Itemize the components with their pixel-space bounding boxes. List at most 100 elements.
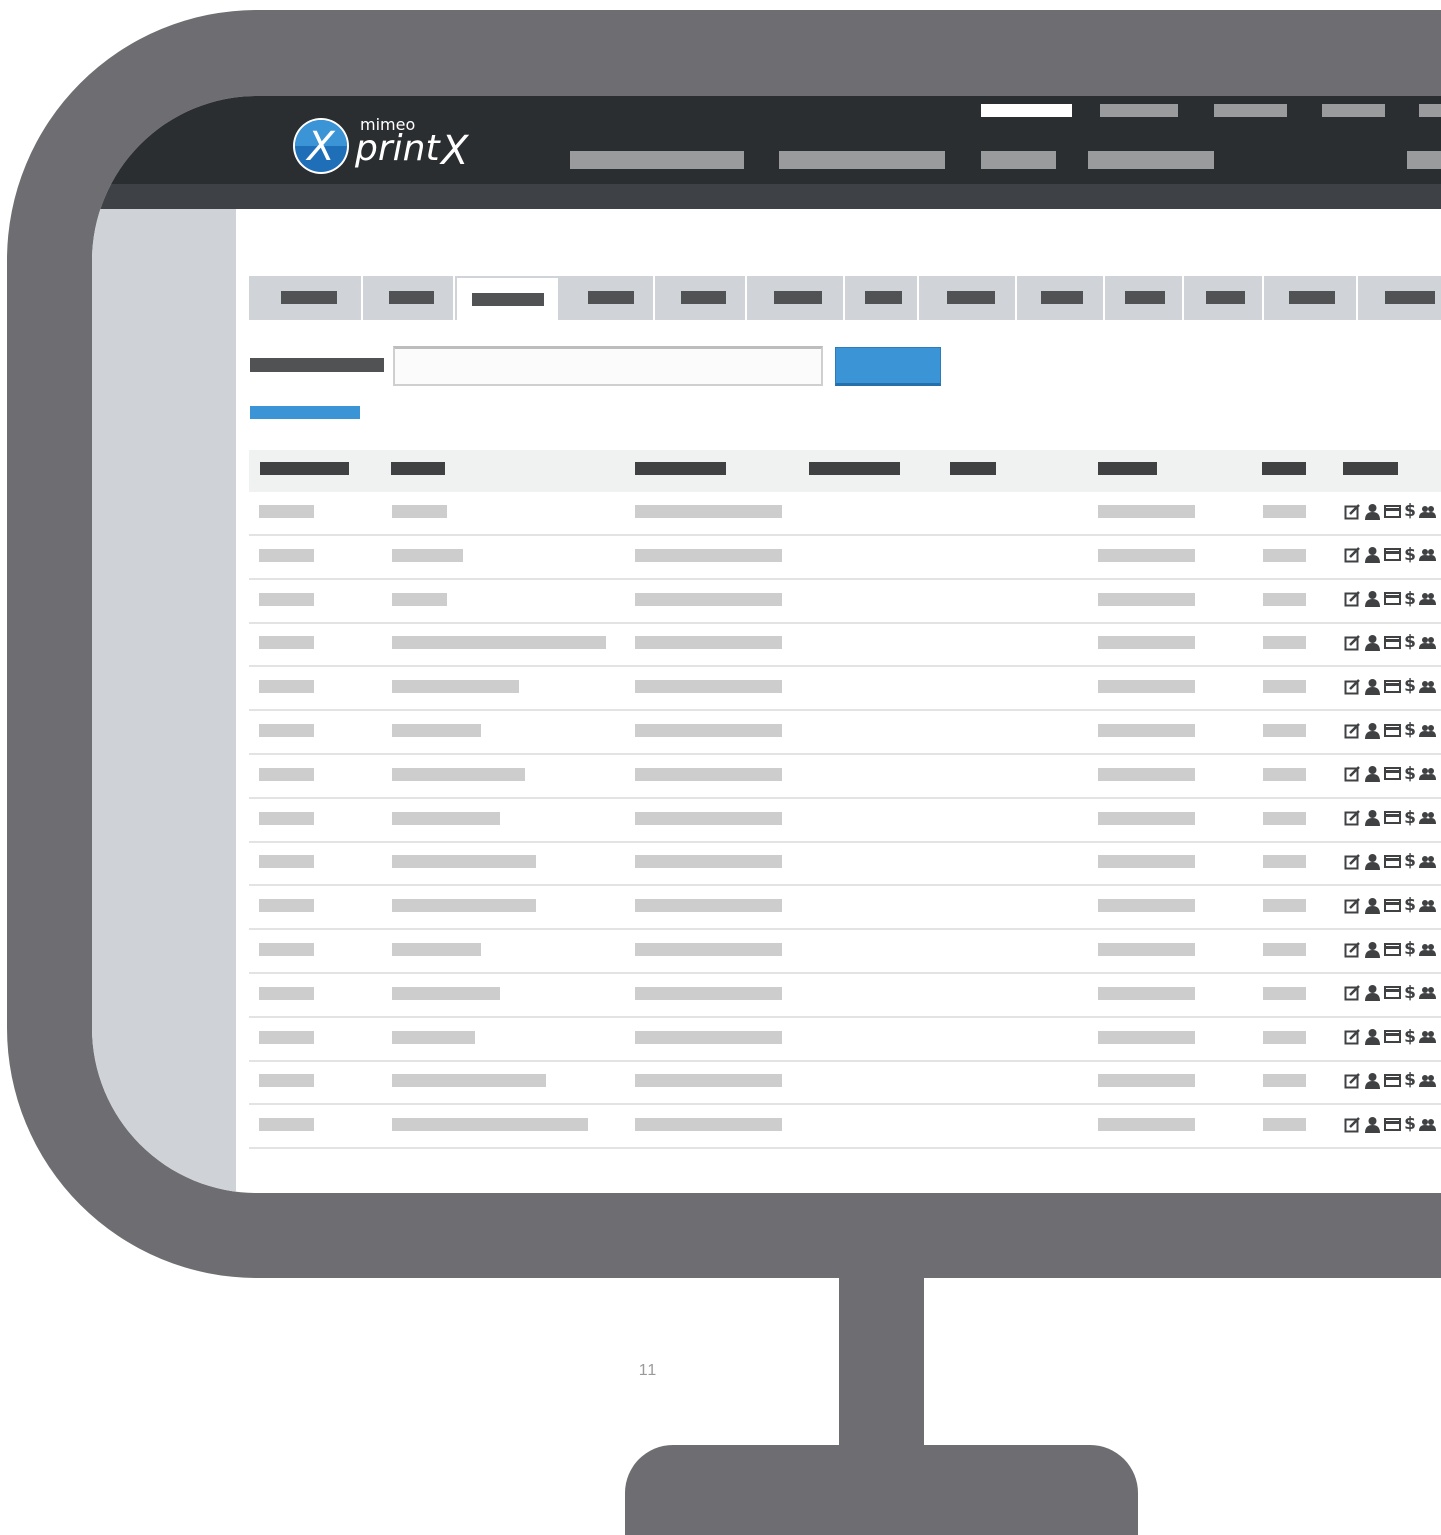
edit-icon[interactable] — [1344, 1116, 1361, 1133]
tab[interactable] — [363, 276, 455, 320]
group-icon[interactable] — [1419, 897, 1436, 914]
dollar-icon[interactable]: $ — [1404, 501, 1416, 521]
tab[interactable] — [1017, 276, 1105, 320]
tab[interactable] — [919, 276, 1017, 320]
table-row[interactable]: $ — [249, 842, 1441, 887]
group-icon[interactable] — [1419, 941, 1436, 958]
column-header[interactable] — [391, 462, 445, 475]
table-row[interactable]: $ — [249, 755, 1441, 799]
edit-icon[interactable] — [1344, 765, 1361, 782]
search-button[interactable] — [835, 347, 941, 386]
edit-icon[interactable] — [1344, 1028, 1361, 1045]
card-icon[interactable] — [1384, 1072, 1401, 1089]
main-nav-item[interactable] — [570, 151, 744, 169]
group-icon[interactable] — [1419, 722, 1436, 739]
tab[interactable] — [655, 276, 747, 320]
group-icon[interactable] — [1419, 590, 1436, 607]
dollar-icon[interactable]: $ — [1404, 808, 1416, 828]
user-icon[interactable] — [1364, 503, 1381, 520]
card-icon[interactable] — [1384, 853, 1401, 870]
card-icon[interactable] — [1384, 984, 1401, 1001]
table-row[interactable]: $ — [249, 623, 1441, 668]
edit-icon[interactable] — [1344, 809, 1361, 826]
top-nav-link-active[interactable] — [981, 104, 1072, 117]
table-row[interactable]: $ — [249, 1105, 1441, 1150]
table-row[interactable]: $ — [249, 711, 1441, 755]
tab[interactable] — [1358, 276, 1441, 320]
user-icon[interactable] — [1364, 590, 1381, 608]
edit-icon[interactable] — [1344, 941, 1361, 958]
card-icon[interactable] — [1384, 1028, 1401, 1045]
user-icon[interactable] — [1364, 546, 1381, 564]
user-icon[interactable] — [1364, 809, 1381, 827]
card-icon[interactable] — [1384, 678, 1401, 695]
dollar-icon[interactable]: $ — [1404, 764, 1416, 784]
group-icon[interactable] — [1419, 634, 1436, 651]
tab[interactable] — [560, 276, 655, 320]
edit-icon[interactable] — [1344, 590, 1361, 607]
edit-icon[interactable] — [1344, 634, 1361, 651]
table-row[interactable]: $ — [249, 799, 1441, 843]
column-header[interactable] — [260, 462, 349, 475]
user-icon[interactable] — [1364, 765, 1381, 783]
edit-icon[interactable] — [1344, 1072, 1361, 1089]
mimeo-printx-logo[interactable]: X mimeo print X — [292, 106, 482, 176]
dollar-icon[interactable]: $ — [1404, 1027, 1416, 1047]
card-icon[interactable] — [1384, 546, 1401, 563]
dollar-icon[interactable]: $ — [1404, 589, 1416, 609]
user-icon[interactable] — [1364, 984, 1381, 1002]
top-nav-link[interactable] — [1214, 104, 1287, 117]
advanced-filter-link[interactable] — [250, 406, 360, 419]
card-icon[interactable] — [1384, 634, 1401, 651]
edit-icon[interactable] — [1344, 546, 1361, 563]
card-icon[interactable] — [1384, 897, 1401, 914]
main-nav-item[interactable] — [1407, 151, 1441, 169]
dollar-icon[interactable]: $ — [1404, 1114, 1416, 1134]
card-icon[interactable] — [1384, 809, 1401, 826]
top-nav-link[interactable] — [1419, 104, 1441, 117]
table-row[interactable]: $ — [249, 974, 1441, 1018]
main-nav-item[interactable] — [981, 151, 1056, 169]
user-icon[interactable] — [1364, 722, 1381, 739]
tab[interactable] — [249, 276, 363, 320]
dollar-icon[interactable]: $ — [1404, 545, 1416, 565]
table-row[interactable]: $ — [249, 1061, 1441, 1106]
column-header[interactable] — [1262, 462, 1306, 475]
tab[interactable] — [845, 276, 919, 320]
top-nav-link[interactable] — [1322, 104, 1385, 117]
dollar-icon[interactable]: $ — [1404, 851, 1416, 871]
user-icon[interactable] — [1364, 634, 1381, 651]
group-icon[interactable] — [1419, 1028, 1436, 1045]
tab-active[interactable] — [455, 276, 560, 320]
table-row[interactable]: $ — [249, 580, 1441, 624]
dollar-icon[interactable]: $ — [1404, 1070, 1416, 1090]
card-icon[interactable] — [1384, 1116, 1401, 1133]
tab[interactable] — [1184, 276, 1264, 320]
card-icon[interactable] — [1384, 503, 1401, 520]
dollar-icon[interactable]: $ — [1404, 895, 1416, 915]
edit-icon[interactable] — [1344, 722, 1361, 739]
tab[interactable] — [1264, 276, 1358, 320]
tab[interactable] — [747, 276, 845, 320]
user-icon[interactable] — [1364, 853, 1381, 870]
column-header[interactable] — [635, 462, 726, 475]
table-row[interactable]: $ — [249, 492, 1441, 536]
edit-icon[interactable] — [1344, 897, 1361, 914]
group-icon[interactable] — [1419, 984, 1436, 1001]
card-icon[interactable] — [1384, 722, 1401, 739]
group-icon[interactable] — [1419, 1072, 1436, 1089]
edit-icon[interactable] — [1344, 853, 1361, 870]
edit-icon[interactable] — [1344, 503, 1361, 520]
group-icon[interactable] — [1419, 678, 1436, 695]
group-icon[interactable] — [1419, 1116, 1436, 1133]
card-icon[interactable] — [1384, 765, 1401, 782]
group-icon[interactable] — [1419, 809, 1436, 826]
dollar-icon[interactable]: $ — [1404, 676, 1416, 696]
column-header[interactable] — [809, 462, 900, 475]
table-row[interactable]: $ — [249, 930, 1441, 974]
group-icon[interactable] — [1419, 503, 1436, 520]
search-input[interactable] — [393, 346, 823, 386]
card-icon[interactable] — [1384, 590, 1401, 607]
table-row[interactable]: $ — [249, 1018, 1441, 1062]
group-icon[interactable] — [1419, 765, 1436, 782]
